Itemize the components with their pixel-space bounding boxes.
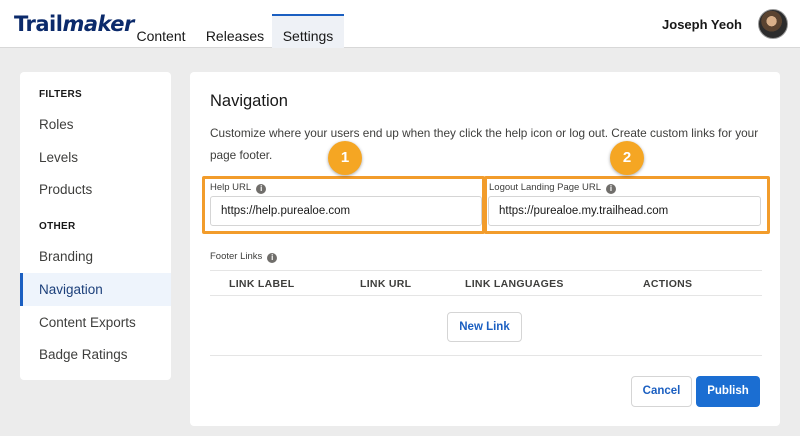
callout-badge-1: 1 [328, 141, 362, 175]
sidebar-item-branding[interactable]: Branding [20, 240, 171, 273]
sidebar-heading-other: OTHER [39, 221, 76, 232]
column-link-url: LINK URL [360, 278, 412, 290]
logout-url-label: Logout Landing Page URL i [489, 182, 616, 194]
tab-content[interactable]: Content [124, 14, 198, 48]
info-icon[interactable]: i [267, 253, 278, 263]
top-bar: Trailmaker Content Releases Settings Jos… [0, 0, 800, 48]
column-link-label: LINK LABEL [229, 278, 295, 290]
page-title: Navigation [210, 92, 288, 110]
cancel-button[interactable]: Cancel [631, 376, 692, 407]
info-icon[interactable]: i [256, 184, 267, 194]
settings-sidebar: FILTERS Roles Levels Products OTHER Bran… [20, 72, 171, 380]
trailmaker-logo[interactable]: Trailmaker [14, 12, 134, 36]
avatar[interactable] [758, 9, 788, 39]
column-link-languages: LINK LANGUAGES [465, 278, 564, 290]
sidebar-heading-filters: FILTERS [39, 89, 83, 100]
logout-url-input[interactable]: https://purealoe.my.trailhead.com [488, 196, 761, 226]
sidebar-item-levels[interactable]: Levels [20, 141, 171, 174]
tab-releases[interactable]: Releases [198, 14, 272, 48]
divider [210, 355, 762, 356]
footer-links-label-text: Footer Links [210, 251, 263, 262]
sidebar-item-roles[interactable]: Roles [20, 108, 171, 141]
callout-badge-2: 2 [610, 141, 644, 175]
help-url-label: Help URL i [210, 182, 267, 194]
logo-text-bold: Trail [14, 12, 63, 36]
publish-button[interactable]: Publish [696, 376, 760, 407]
sidebar-item-content-exports[interactable]: Content Exports [20, 306, 171, 339]
help-url-input[interactable]: https://help.purealoe.com [210, 196, 482, 226]
footer-links-table-header: LINK LABEL LINK URL LINK LANGUAGES ACTIO… [210, 270, 762, 296]
tab-settings[interactable]: Settings [272, 14, 344, 48]
logout-url-label-text: Logout Landing Page URL [489, 182, 601, 193]
info-icon[interactable]: i [605, 184, 616, 194]
sidebar-item-navigation[interactable]: Navigation [20, 273, 171, 306]
user-name[interactable]: Joseph Yeoh [662, 17, 742, 32]
sidebar-item-badge-ratings[interactable]: Badge Ratings [20, 338, 171, 371]
navigation-settings-card: Navigation Customize where your users en… [190, 72, 780, 426]
page-description: Customize where your users end up when t… [210, 126, 759, 162]
column-actions: ACTIONS [643, 278, 693, 290]
sidebar-item-products[interactable]: Products [20, 173, 171, 206]
new-link-button[interactable]: New Link [447, 312, 522, 342]
help-url-label-text: Help URL [210, 182, 252, 193]
footer-links-label: Footer Links i [210, 251, 278, 263]
